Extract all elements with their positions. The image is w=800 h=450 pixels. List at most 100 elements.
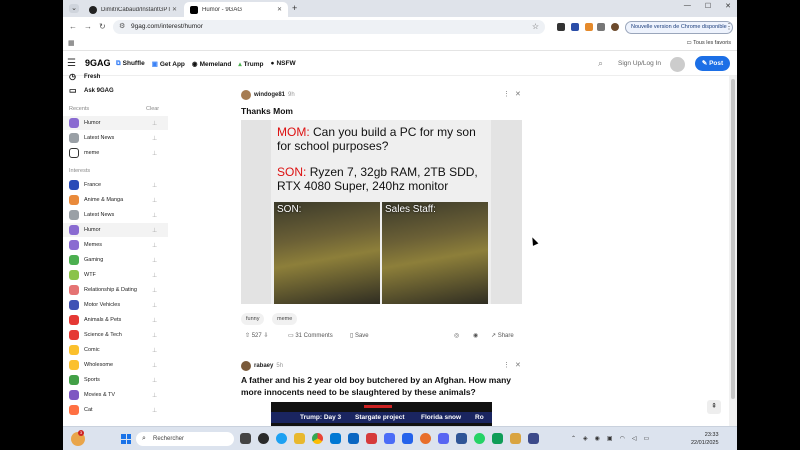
scrollbar-thumb[interactable] bbox=[731, 79, 735, 399]
tray-app-icon[interactable]: ◈ bbox=[583, 435, 588, 442]
upvote-button[interactable]: ⇧ 527 ⇩ bbox=[245, 332, 268, 340]
pin-icon[interactable]: ⊥ bbox=[152, 317, 157, 324]
taskbar-clock[interactable]: 23:33 22/01/2025 bbox=[691, 431, 719, 447]
app-icon[interactable] bbox=[456, 433, 467, 444]
sidebar-item-cat[interactable]: Cat ⊥ bbox=[63, 403, 168, 417]
pin-icon[interactable]: ⊥ bbox=[152, 227, 157, 234]
post-more-icon[interactable]: ⋮ bbox=[503, 90, 510, 98]
pin-icon[interactable]: ⊥ bbox=[152, 392, 157, 399]
all-favorites-button[interactable]: ▭ Tous les favoris bbox=[686, 40, 731, 46]
more-menu-icon[interactable]: ⋮ bbox=[725, 22, 733, 31]
tray-app-icon[interactable]: ▣ bbox=[607, 435, 613, 442]
sidebar-item-latest-news[interactable]: Latest News ⊥ bbox=[63, 208, 168, 222]
post-image[interactable]: MOM: Can you build a PC for my son for s… bbox=[241, 120, 522, 304]
whatsapp-icon[interactable] bbox=[474, 433, 485, 444]
sidebar-item-humor[interactable]: Humor ⊥ bbox=[63, 116, 168, 130]
nav-get-app[interactable]: ▣ Get App bbox=[152, 60, 185, 68]
messenger-icon[interactable]: ◉ bbox=[473, 332, 478, 339]
sidebar-item-sports[interactable]: Sports ⊥ bbox=[63, 373, 168, 387]
tab-instantgpt[interactable]: DimitriCabaud/InstantGPT ✕ bbox=[83, 2, 183, 17]
tag-meme[interactable]: meme bbox=[272, 313, 298, 325]
app-icon[interactable] bbox=[492, 433, 503, 444]
pin-icon[interactable]: ⊥ bbox=[152, 302, 157, 309]
post-image[interactable]: Trump: Day 3 Stargate project Florida sn… bbox=[271, 402, 492, 426]
chrome-update-button[interactable]: Nouvelle version de Chrome disponible bbox=[625, 21, 733, 34]
pin-icon[interactable]: ⊥ bbox=[152, 332, 157, 339]
pin-icon[interactable]: ⊥ bbox=[152, 272, 157, 279]
nav-memeland[interactable]: ◉ Memeland bbox=[192, 60, 231, 68]
pin-icon[interactable]: ⊥ bbox=[152, 135, 157, 142]
downvote-icon[interactable]: ⇩ bbox=[262, 332, 268, 339]
app-icon[interactable] bbox=[384, 433, 395, 444]
sidebar-item-motor-vehicles[interactable]: Motor Vehicles ⊥ bbox=[63, 298, 168, 312]
author-name[interactable]: rabaey bbox=[254, 363, 273, 369]
app-icon[interactable] bbox=[366, 433, 377, 444]
sidebar-item-fresh[interactable]: ◷ Fresh bbox=[69, 72, 100, 81]
puzzle-icon[interactable] bbox=[597, 23, 605, 31]
app-icon[interactable] bbox=[528, 433, 539, 444]
edge-icon[interactable] bbox=[276, 433, 287, 444]
profile-avatar[interactable] bbox=[611, 23, 619, 31]
battery-icon[interactable]: ▭ bbox=[643, 435, 649, 442]
nav-trump[interactable]: ▴ Trump bbox=[238, 60, 263, 68]
search-icon[interactable]: ⌕ bbox=[598, 58, 603, 69]
app-icon[interactable] bbox=[510, 433, 521, 444]
taskbar-search[interactable]: ⌕ Rechercher bbox=[136, 432, 234, 446]
sidebar-item-wholesome[interactable]: Wholesome ⊥ bbox=[63, 358, 168, 372]
pin-icon[interactable]: ⊥ bbox=[152, 287, 157, 294]
extension-icon[interactable] bbox=[557, 23, 565, 31]
task-view-icon[interactable] bbox=[240, 433, 251, 444]
avatar[interactable] bbox=[670, 57, 685, 72]
app-icon[interactable] bbox=[348, 433, 359, 444]
author-avatar[interactable] bbox=[241, 361, 251, 371]
nav-shuffle[interactable]: ⧉ Shuffle bbox=[116, 60, 145, 68]
comments-button[interactable]: ▭ 31 Comments bbox=[288, 332, 333, 340]
chevron-up-icon[interactable]: ⌃ bbox=[571, 435, 576, 442]
post-title[interactable]: A father and his 2 year old boy butchere… bbox=[241, 374, 526, 398]
pin-icon[interactable]: ⊥ bbox=[152, 212, 157, 219]
extension-icon[interactable] bbox=[571, 23, 579, 31]
sidebar-item-anime-manga[interactable]: Anime & Manga ⊥ bbox=[63, 193, 168, 207]
post-button[interactable]: ✎ Post bbox=[695, 56, 730, 71]
sidebar-item-gaming[interactable]: Gaming ⊥ bbox=[63, 253, 168, 267]
sidebar-item-comic[interactable]: Comic ⊥ bbox=[63, 343, 168, 357]
back-to-top-button[interactable]: ⇞ bbox=[707, 400, 721, 414]
close-window-icon[interactable]: ✕ bbox=[725, 2, 731, 10]
new-tab-button[interactable]: + bbox=[292, 3, 297, 13]
sidebar-item-france[interactable]: France ⊥ bbox=[63, 178, 168, 192]
wifi-icon[interactable]: ◠ bbox=[620, 435, 625, 442]
whatsapp-icon[interactable]: ◎ bbox=[454, 332, 459, 339]
windows-start-icon[interactable] bbox=[121, 434, 131, 444]
pin-icon[interactable]: ⊥ bbox=[152, 150, 157, 157]
discord-icon[interactable] bbox=[438, 433, 449, 444]
chatgpt-icon[interactable] bbox=[258, 433, 269, 444]
pin-icon[interactable]: ⊥ bbox=[152, 182, 157, 189]
reload-icon[interactable]: ↻ bbox=[99, 22, 106, 31]
close-icon[interactable]: ✕ bbox=[515, 361, 521, 369]
sidebar-item-relationship-dating[interactable]: Relationship & Dating ⊥ bbox=[63, 283, 168, 297]
pin-icon[interactable]: ⊥ bbox=[152, 197, 157, 204]
sidebar-item-wtf[interactable]: WTF ⊥ bbox=[63, 268, 168, 282]
vscode-icon[interactable] bbox=[330, 433, 341, 444]
share-button[interactable]: ↗ Share bbox=[491, 332, 514, 340]
author-avatar[interactable] bbox=[241, 90, 251, 100]
back-icon[interactable]: ← bbox=[69, 22, 77, 31]
bookmark-star-icon[interactable]: ☆ bbox=[532, 20, 539, 34]
tag-funny[interactable]: funny bbox=[241, 313, 265, 325]
close-icon[interactable]: ✕ bbox=[515, 90, 521, 98]
pin-icon[interactable]: ⊥ bbox=[152, 407, 157, 414]
pin-icon[interactable]: ⊥ bbox=[152, 257, 157, 264]
file-explorer-icon[interactable] bbox=[294, 433, 305, 444]
app-icon[interactable] bbox=[402, 433, 413, 444]
sidebar-item-latest-news[interactable]: Latest News ⊥ bbox=[63, 131, 168, 145]
close-icon[interactable]: ✕ bbox=[277, 6, 282, 13]
forward-icon[interactable]: → bbox=[84, 22, 92, 31]
close-icon[interactable]: ✕ bbox=[172, 6, 177, 13]
post-title[interactable]: Thanks Mom bbox=[241, 105, 293, 117]
sidebar-item-meme[interactable]: meme ⊥ bbox=[63, 146, 168, 160]
metamask-icon[interactable] bbox=[585, 23, 593, 31]
pin-icon[interactable]: ⊥ bbox=[152, 377, 157, 384]
tab-search-button[interactable]: ⌄ bbox=[69, 4, 79, 13]
hamburger-menu-icon[interactable]: ☰ bbox=[67, 58, 76, 69]
address-bar[interactable]: ⚙ 9gag.com/interest/humor ☆ bbox=[113, 20, 545, 34]
